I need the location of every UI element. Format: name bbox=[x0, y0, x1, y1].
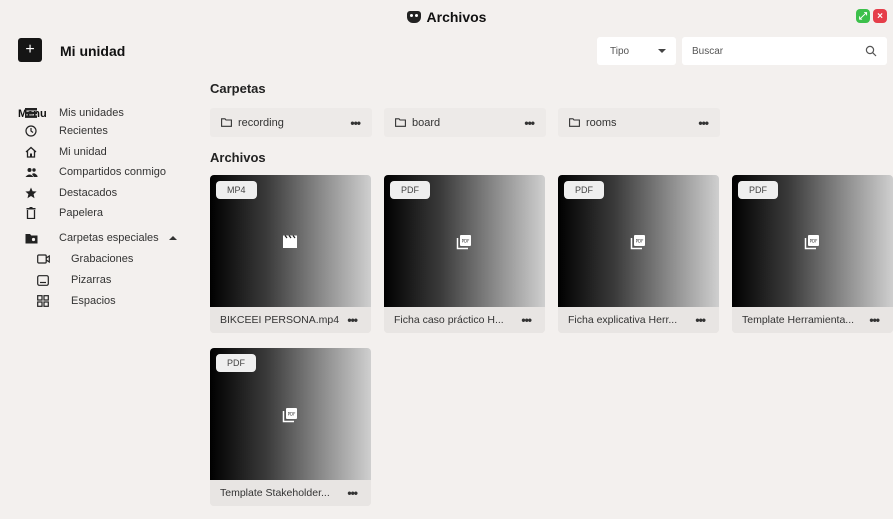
search-icon[interactable] bbox=[865, 45, 877, 57]
file-footer: Ficha caso práctico H... ••• bbox=[384, 307, 545, 333]
file-type-badge: PDF bbox=[738, 181, 778, 199]
files-section-title: Archivos bbox=[210, 150, 266, 165]
sidebar-item-label: Papelera bbox=[59, 207, 104, 219]
people-icon bbox=[24, 165, 38, 179]
folders-section-title: Carpetas bbox=[210, 81, 266, 96]
sidebar-item-label: Compartidos conmigo bbox=[59, 166, 166, 178]
file-type-badge: PDF bbox=[390, 181, 430, 199]
folder-item[interactable]: board ••• bbox=[384, 108, 546, 137]
special-folder-icon bbox=[24, 231, 38, 245]
sidebar-item-destacados[interactable]: Destacados bbox=[24, 184, 194, 202]
window-title-text: Archivos bbox=[426, 9, 487, 25]
folder-icon bbox=[569, 118, 580, 127]
more-options-icon[interactable]: ••• bbox=[347, 486, 358, 500]
pdf-icon: PDF bbox=[282, 408, 297, 423]
close-button[interactable]: × bbox=[873, 9, 887, 23]
more-options-icon[interactable]: ••• bbox=[869, 313, 880, 327]
sidebar-item-recientes[interactable]: Recientes bbox=[24, 122, 194, 140]
more-options-icon[interactable]: ••• bbox=[350, 116, 361, 130]
file-type-badge: PDF bbox=[216, 354, 256, 372]
home-icon bbox=[24, 145, 38, 159]
file-footer: Ficha explicativa Herr... ••• bbox=[558, 307, 719, 333]
sidebar-item-label: Espacios bbox=[71, 295, 116, 307]
title-bar: Archivos ⤢ × bbox=[0, 0, 893, 34]
recording-icon bbox=[36, 252, 50, 266]
svg-text:PDF: PDF bbox=[636, 239, 644, 244]
sidebar-item-carpetas-especiales[interactable]: Carpetas especiales bbox=[24, 229, 194, 247]
pdf-icon: PDF bbox=[804, 235, 819, 250]
sidebar-item-label: Grabaciones bbox=[71, 253, 134, 265]
more-options-icon[interactable]: ••• bbox=[695, 313, 706, 327]
chevron-down-icon bbox=[658, 49, 666, 53]
file-name: Template Herramienta... bbox=[742, 314, 855, 326]
file-footer: Template Stakeholder... ••• bbox=[210, 480, 371, 506]
folder-name: board bbox=[412, 116, 441, 129]
sidebar-item-label: Carpetas especiales bbox=[59, 232, 159, 244]
type-filter-value: Tipo bbox=[610, 45, 630, 57]
file-card[interactable]: PDF PDF Ficha caso práctico H... ••• bbox=[384, 175, 545, 333]
sidebar-item-pizarras[interactable]: Pizarras bbox=[36, 271, 111, 289]
pdf-icon: PDF bbox=[456, 235, 471, 250]
sidebar-item-label: Mi unidad bbox=[59, 146, 107, 158]
file-name: Ficha explicativa Herr... bbox=[568, 314, 678, 326]
sidebar-item-label: Recientes bbox=[59, 125, 108, 137]
clock-icon bbox=[24, 124, 38, 138]
folder-icon bbox=[221, 118, 232, 127]
sidebar-item-mi-unidad[interactable]: Mi unidad bbox=[24, 143, 194, 161]
folder-name: recording bbox=[238, 116, 284, 129]
sidebar-item-papelera[interactable]: Papelera bbox=[24, 204, 194, 222]
window-controls: ⤢ × bbox=[856, 9, 887, 23]
whiteboard-icon bbox=[36, 273, 50, 287]
sidebar-item-compartidos[interactable]: Compartidos conmigo bbox=[24, 163, 194, 181]
more-options-icon[interactable]: ••• bbox=[521, 313, 532, 327]
type-filter-select[interactable]: Tipo bbox=[597, 37, 676, 65]
search-input[interactable] bbox=[692, 45, 852, 57]
svg-text:PDF: PDF bbox=[810, 239, 818, 244]
sidebar-item-mis-unidades[interactable]: Mis unidades bbox=[24, 104, 194, 122]
spaces-icon bbox=[36, 294, 50, 308]
svg-text:PDF: PDF bbox=[288, 412, 296, 417]
video-icon bbox=[283, 235, 297, 248]
maximize-button[interactable]: ⤢ bbox=[856, 9, 870, 23]
more-options-icon[interactable]: ••• bbox=[698, 116, 709, 130]
sidebar-item-label: Mis unidades bbox=[59, 107, 124, 119]
sidebar-item-grabaciones[interactable]: Grabaciones bbox=[36, 250, 133, 268]
more-options-icon[interactable]: ••• bbox=[524, 116, 535, 130]
chevron-up-icon[interactable] bbox=[168, 236, 177, 240]
file-footer: BIKCEEI PERSONA.mp4 ••• bbox=[210, 307, 371, 333]
folder-name: rooms bbox=[586, 116, 617, 129]
folder-icon bbox=[395, 118, 406, 127]
folder-item[interactable]: rooms ••• bbox=[558, 108, 720, 137]
toolbar: + Mi unidad Tipo bbox=[0, 34, 893, 70]
svg-text:PDF: PDF bbox=[462, 239, 470, 244]
sidebar-item-label: Destacados bbox=[59, 187, 118, 199]
file-footer: Template Herramienta... ••• bbox=[732, 307, 893, 333]
star-icon bbox=[24, 186, 38, 200]
more-options-icon[interactable]: ••• bbox=[347, 313, 358, 327]
new-item-button[interactable]: + bbox=[18, 38, 42, 62]
file-card[interactable]: PDF PDF Ficha explicativa Herr... ••• bbox=[558, 175, 719, 333]
file-type-badge: PDF bbox=[564, 181, 604, 199]
drives-icon bbox=[24, 106, 38, 120]
file-name: BIKCEEI PERSONA.mp4 bbox=[220, 314, 340, 326]
page-title: Mi unidad bbox=[60, 43, 126, 59]
sidebar-item-espacios[interactable]: Espacios bbox=[36, 292, 116, 310]
file-type-badge: MP4 bbox=[216, 181, 257, 199]
folder-item[interactable]: recording ••• bbox=[210, 108, 372, 137]
file-card[interactable]: MP4 BIKCEEI PERSONA.mp4 ••• bbox=[210, 175, 371, 333]
file-name: Template Stakeholder... bbox=[220, 487, 330, 499]
file-card[interactable]: PDF PDF Template Stakeholder... ••• bbox=[210, 348, 371, 506]
window-title: Archivos bbox=[406, 9, 487, 25]
search-box bbox=[682, 37, 887, 65]
app-logo-icon bbox=[406, 11, 421, 23]
trash-icon bbox=[24, 206, 38, 220]
file-name: Ficha caso práctico H... bbox=[394, 314, 504, 326]
pdf-icon: PDF bbox=[630, 235, 645, 250]
file-card[interactable]: PDF PDF Template Herramienta... ••• bbox=[732, 175, 893, 333]
sidebar-item-label: Pizarras bbox=[71, 274, 112, 286]
